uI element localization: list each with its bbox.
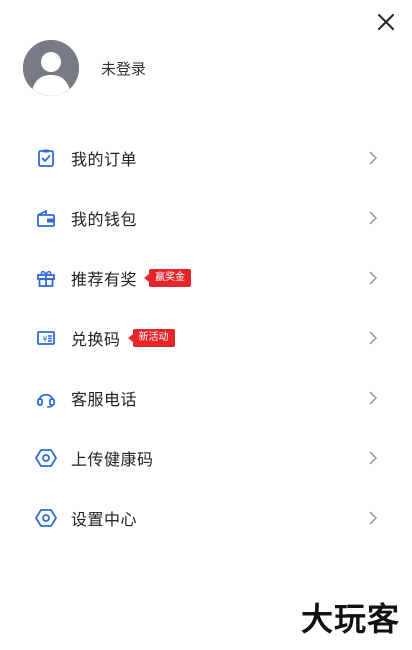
close-button[interactable] [372, 8, 400, 36]
chevron-right-icon [369, 271, 378, 285]
chevron-right-icon [369, 511, 378, 525]
svg-text:¥: ¥ [43, 335, 48, 344]
profile-header[interactable]: 未登录 [23, 40, 146, 96]
wallet-icon [35, 207, 57, 229]
menu-list: 我的订单 我的钱包 推荐有奖 赢奖金 ¥ 兑换码 新活动 客服电话 上传健康码 … [0, 128, 412, 548]
menu-item-label: 推荐有奖 [71, 270, 138, 289]
menu-item-label: 我的订单 [71, 150, 138, 169]
menu-item-settings[interactable]: 设置中心 [0, 488, 412, 548]
chevron-right-icon [369, 151, 378, 165]
menu-item-redeem-code[interactable]: ¥ 兑换码 新活动 [0, 308, 412, 368]
login-status-text[interactable]: 未登录 [101, 58, 146, 79]
coupon-icon: ¥ [35, 327, 57, 349]
hexagon-eye-icon [35, 447, 57, 469]
chevron-right-icon [369, 331, 378, 345]
headset-icon [35, 387, 57, 409]
close-icon [378, 14, 394, 30]
menu-item-wallet[interactable]: 我的钱包 [0, 188, 412, 248]
order-clipboard-icon [35, 147, 57, 169]
promo-badge: 赢奖金 [144, 269, 192, 287]
menu-item-label: 我的钱包 [71, 210, 138, 229]
menu-item-referral[interactable]: 推荐有奖 赢奖金 [0, 248, 412, 308]
settings-hexagon-icon [35, 507, 57, 529]
gift-icon [35, 267, 57, 289]
promo-badge: 新活动 [127, 329, 175, 347]
avatar-placeholder-icon [23, 40, 79, 96]
chevron-right-icon [369, 391, 378, 405]
menu-item-orders[interactable]: 我的订单 [0, 128, 412, 188]
chevron-right-icon [369, 211, 378, 225]
menu-item-label: 设置中心 [71, 510, 138, 529]
menu-item-health-code[interactable]: 上传健康码 [0, 428, 412, 488]
avatar[interactable] [23, 40, 79, 96]
menu-item-label: 上传健康码 [71, 450, 154, 469]
menu-item-label: 兑换码 [71, 330, 121, 349]
brand-logo: 大玩客 [300, 600, 400, 638]
menu-item-label: 客服电话 [71, 390, 138, 409]
menu-item-customer-service[interactable]: 客服电话 [0, 368, 412, 428]
chevron-right-icon [369, 451, 378, 465]
